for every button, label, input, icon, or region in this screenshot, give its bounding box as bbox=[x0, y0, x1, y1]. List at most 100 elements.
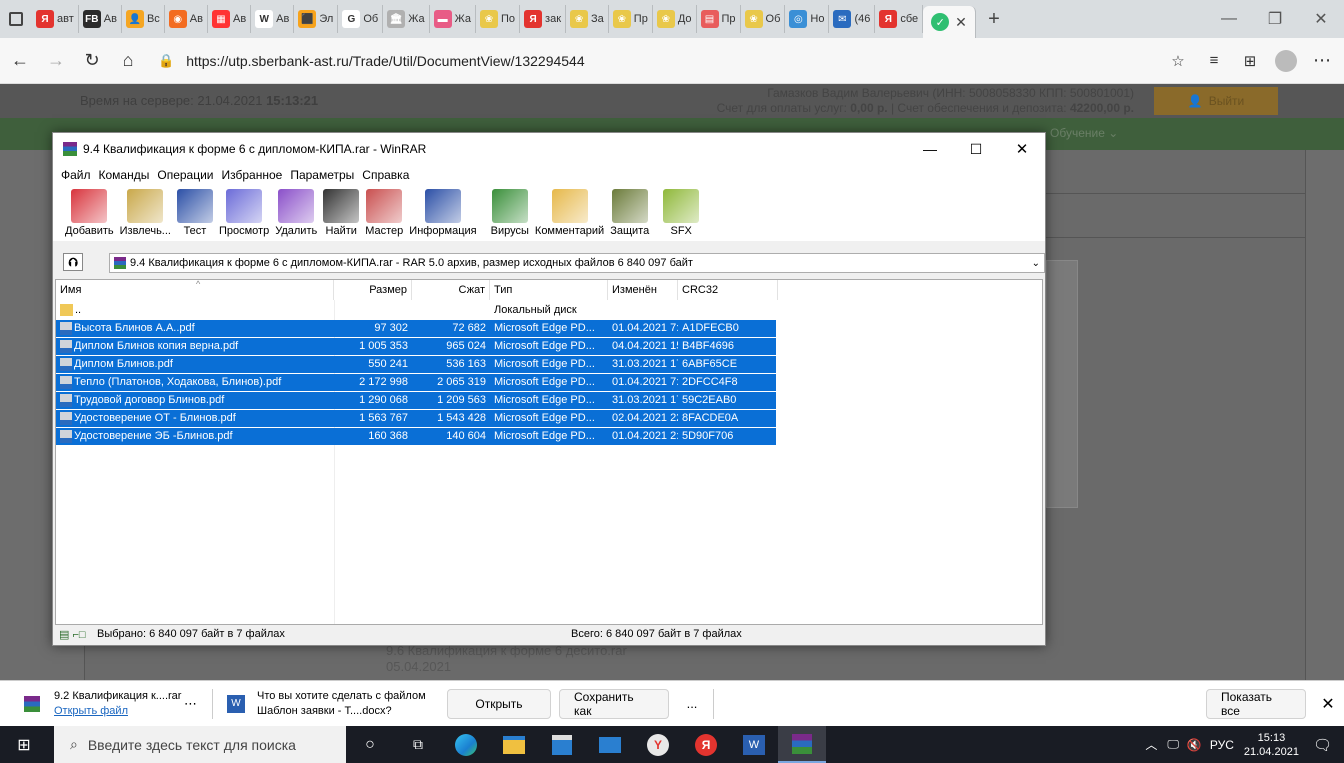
settings-more-icon[interactable]: ⋯ bbox=[1306, 45, 1338, 77]
menu-item[interactable]: Параметры bbox=[290, 168, 354, 182]
col-packed[interactable]: Сжат bbox=[412, 280, 490, 300]
download-item[interactable]: 9.2 Квалификация к....rar Открыть файл bbox=[54, 689, 184, 719]
clock[interactable]: 15:13 21.04.2021 bbox=[1244, 731, 1299, 759]
browser-tab[interactable]: Язак bbox=[520, 5, 567, 33]
archive-path-field[interactable]: 9.4 Квалификация к форме 6 с дипломом-КИ… bbox=[109, 253, 1045, 273]
browser-tab[interactable]: ▤ Пр bbox=[697, 5, 741, 33]
toolbar-button[interactable]: Добавить bbox=[65, 185, 114, 237]
parent-folder-row[interactable]: .. Локальный диск bbox=[56, 302, 776, 319]
menu-item[interactable]: Команды bbox=[99, 168, 150, 182]
tab-actions-icon[interactable] bbox=[0, 12, 32, 26]
downloads-close-icon[interactable]: ✕ bbox=[1316, 694, 1340, 714]
menu-item[interactable]: Избранное bbox=[222, 168, 283, 182]
task-view-icon[interactable]: ⧉ bbox=[394, 726, 442, 763]
network-icon[interactable]: 🖵 bbox=[1167, 737, 1179, 752]
windows-start-icon[interactable]: ⊞ bbox=[0, 726, 48, 763]
browser-tab[interactable]: ❀ Об bbox=[741, 5, 786, 33]
up-folder-icon[interactable]: ⮉ bbox=[63, 253, 83, 271]
toolbar-button[interactable]: Удалить bbox=[275, 185, 317, 237]
favorites-list-icon[interactable]: ≡ bbox=[1198, 45, 1230, 77]
file-row[interactable]: Удостоверение ОТ - Блинов.pdf 1 563 767 1 … bbox=[56, 410, 776, 427]
winrar-close-icon[interactable]: ✕ bbox=[999, 140, 1045, 158]
chevron-down-icon[interactable]: ⌄ bbox=[1032, 258, 1040, 269]
browser-tab[interactable]: ❀ За bbox=[566, 5, 609, 33]
yandex-icon[interactable]: Я bbox=[682, 726, 730, 763]
notifications-icon[interactable]: 🗨 bbox=[1313, 736, 1332, 754]
winrar-minimize-icon[interactable]: — bbox=[907, 141, 953, 157]
toolbar-button[interactable]: Комментарий bbox=[535, 185, 604, 237]
toolbar-button[interactable]: SFX bbox=[663, 185, 700, 237]
yandex-browser-icon[interactable]: Y bbox=[634, 726, 682, 763]
cortana-icon[interactable]: ○ bbox=[346, 726, 394, 763]
browser-tab[interactable]: Яавт bbox=[32, 5, 79, 33]
browser-tab[interactable]: ▦ Ав bbox=[208, 5, 252, 33]
menu-training[interactable]: Обучение ⌄ bbox=[1050, 126, 1118, 140]
collections-icon[interactable]: ⊞ bbox=[1234, 45, 1266, 77]
col-modified[interactable]: Изменён bbox=[608, 280, 678, 300]
prompt-more-button[interactable]: ... bbox=[677, 696, 707, 711]
store-icon[interactable] bbox=[538, 726, 586, 763]
menu-item[interactable]: Справка bbox=[362, 168, 409, 182]
minimize-icon[interactable]: — bbox=[1206, 0, 1252, 38]
tab-close-icon[interactable]: ✕ bbox=[955, 14, 967, 31]
toolbar-button[interactable]: Мастер bbox=[365, 185, 403, 237]
browser-tab[interactable]: Ясбе bbox=[875, 5, 924, 33]
browser-tab[interactable]: 👤 Вс bbox=[122, 5, 165, 33]
file-row[interactable]: Удостоверение ЭБ -Блинов.pdf 160 368 140 6… bbox=[56, 428, 776, 445]
menu-item[interactable]: Файл bbox=[61, 168, 91, 182]
browser-tab[interactable]: ◉ Ав bbox=[165, 5, 208, 33]
download-more-icon[interactable]: ⋯ bbox=[184, 696, 212, 712]
toolbar-button[interactable]: Защита bbox=[610, 185, 649, 237]
file-row[interactable]: Диплом Блинов копия верна.pdf 1 005 353 96… bbox=[56, 338, 776, 355]
col-name[interactable]: Имя ^ bbox=[56, 279, 334, 300]
winrar-maximize-icon[interactable]: ☐ bbox=[953, 141, 999, 158]
forward-icon[interactable]: → bbox=[40, 45, 72, 77]
browser-tab[interactable]: W Ав bbox=[251, 5, 295, 33]
browser-tab[interactable]: ⬛ Эл bbox=[294, 5, 339, 33]
back-icon[interactable]: ← bbox=[4, 45, 36, 77]
winrar-taskbar-icon[interactable] bbox=[778, 726, 826, 763]
new-tab-button[interactable]: + bbox=[976, 8, 1012, 31]
browser-tab[interactable]: ▬ Жа bbox=[430, 5, 476, 33]
browser-tab[interactable]: FB Ав bbox=[79, 5, 122, 33]
toolbar-button[interactable]: Информация bbox=[409, 185, 477, 237]
address-bar[interactable]: 🔒 https://utp.sberbank-ast.ru/Trade/Util… bbox=[158, 53, 1158, 69]
open-button[interactable]: Открыть bbox=[447, 688, 551, 719]
home-icon[interactable]: ⌂ bbox=[112, 45, 144, 77]
word-icon[interactable]: W bbox=[730, 726, 778, 763]
menu-item[interactable]: Операции bbox=[157, 168, 213, 182]
logout-button[interactable]: 👤 Выйти bbox=[1154, 87, 1278, 115]
col-type[interactable]: Тип bbox=[490, 280, 608, 300]
restore-icon[interactable]: ❐ bbox=[1252, 0, 1298, 38]
toolbar-button[interactable]: Найти bbox=[323, 185, 360, 237]
url-text[interactable]: https://utp.sberbank-ast.ru/Trade/Util/D… bbox=[186, 53, 584, 69]
site-document-link[interactable]: 9.6 Квалификация к форме 6 десито.rar 05… bbox=[386, 643, 627, 675]
save-as-button[interactable]: Сохранить как bbox=[559, 688, 669, 719]
toolbar-button[interactable]: Извлечь... bbox=[120, 185, 171, 237]
favorite-icon[interactable]: ☆ bbox=[1162, 45, 1194, 77]
browser-tab[interactable]: ◎ Но bbox=[785, 5, 830, 33]
edge-icon[interactable] bbox=[442, 726, 490, 763]
browser-tab[interactable]: G Об bbox=[338, 5, 384, 33]
browser-tab[interactable]: 🏛 Жа bbox=[383, 5, 430, 33]
file-row[interactable]: Тепло (Платонов, Ходакова, Блинов).pdf 2 … bbox=[56, 374, 776, 391]
active-tab[interactable]: ✓ ✕ bbox=[923, 6, 976, 38]
toolbar-button[interactable]: Просмотр bbox=[219, 185, 269, 237]
volume-muted-icon[interactable]: 🔇 bbox=[1187, 738, 1202, 752]
browser-tab[interactable]: ✉ (46 bbox=[829, 5, 876, 33]
col-size[interactable]: Размер bbox=[334, 280, 412, 300]
profile-avatar[interactable] bbox=[1270, 45, 1302, 77]
browser-tab[interactable]: ❀ По bbox=[476, 5, 521, 33]
browser-tab[interactable]: ❀ До bbox=[653, 5, 697, 33]
file-row[interactable]: Высота Блинов А.А..pdf 97 302 72 682 Micros… bbox=[56, 320, 776, 337]
mail-icon[interactable] bbox=[586, 726, 634, 763]
close-window-icon[interactable]: ✕ bbox=[1298, 0, 1344, 38]
open-file-link[interactable]: Открыть файл bbox=[54, 704, 184, 719]
refresh-icon[interactable]: ↻ bbox=[76, 45, 108, 77]
col-crc[interactable]: CRC32 bbox=[678, 280, 778, 300]
taskbar-search[interactable]: ⌕ Введите здесь текст для поиска bbox=[54, 726, 346, 763]
file-row[interactable]: Диплом Блинов.pdf 550 241 536 163 Microsoft… bbox=[56, 356, 776, 373]
file-list[interactable]: Имя ^ Размер Сжат Тип Изменён CRC32 .. Лок… bbox=[55, 279, 1043, 625]
browser-tab[interactable]: ❀ Пр bbox=[609, 5, 653, 33]
tray-chevron-icon[interactable]: ︿ bbox=[1145, 736, 1157, 753]
